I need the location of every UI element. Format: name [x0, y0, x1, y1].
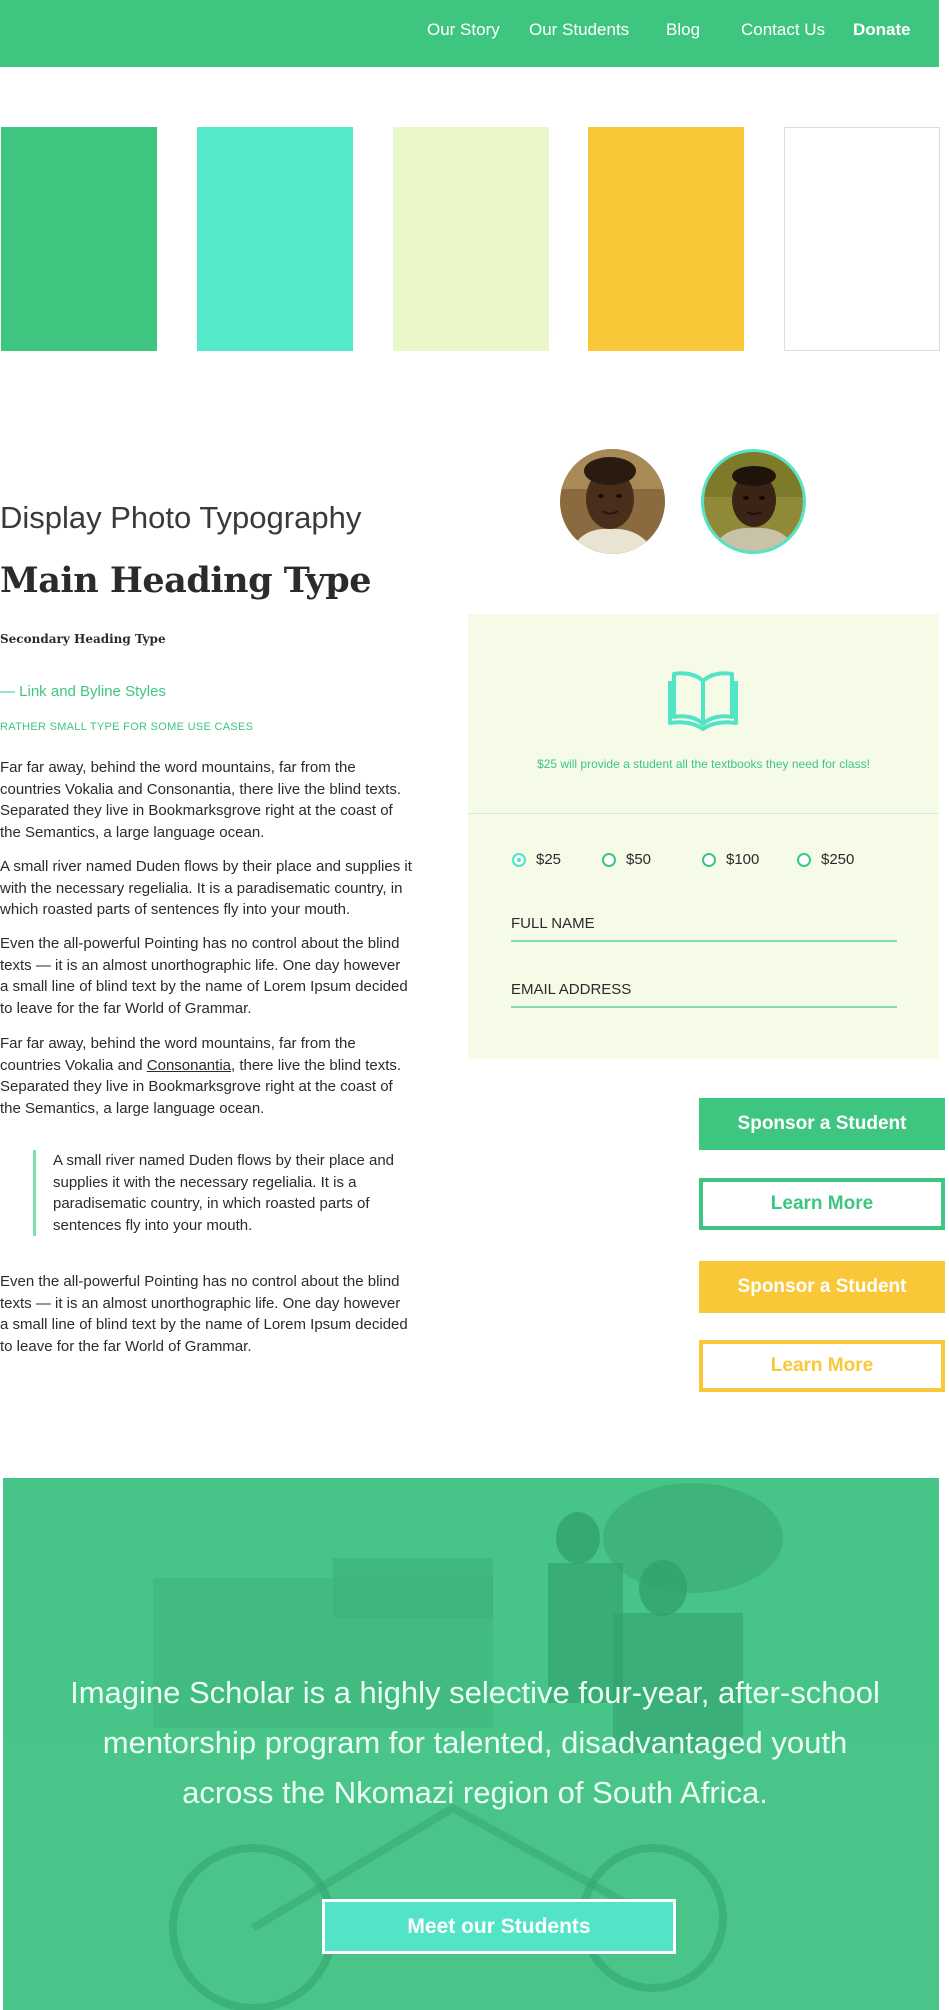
donation-caption: $25 will provide a student all the textb…	[537, 757, 870, 771]
mission-statement: Imagine Scholar is a highly selective fo…	[70, 1675, 880, 1810]
small-type: RATHER SMALL TYPE FOR SOME USE CASES	[0, 721, 254, 733]
radio-button[interactable]	[797, 852, 811, 867]
radio-button[interactable]	[602, 852, 616, 867]
amount-option-100[interactable]: $100	[702, 851, 759, 868]
student-avatar-selected[interactable]	[701, 449, 806, 554]
amount-label: $100	[726, 851, 760, 868]
learn-more-button-green[interactable]: Learn More	[699, 1178, 945, 1230]
link-byline-style[interactable]: — Link and Byline Styles	[0, 683, 166, 700]
open-book-icon	[668, 669, 738, 731]
student-avatar[interactable]	[560, 449, 665, 554]
color-swatch-yellow	[588, 127, 744, 351]
amount-option-25[interactable]: $25	[512, 851, 561, 868]
display-photo-typography: Display Photo Typography	[0, 500, 362, 535]
student-photo-girl	[560, 449, 665, 554]
color-swatch-white	[784, 127, 940, 351]
amount-label: $50	[626, 851, 652, 868]
body-paragraph-with-link: Far far away, behind the word mountains,…	[0, 1033, 412, 1119]
amount-label: $250	[821, 851, 855, 868]
main-heading: Main Heading Type	[0, 560, 372, 601]
radio-button-selected[interactable]	[512, 852, 526, 867]
radio-button[interactable]	[702, 852, 716, 867]
nav-our-students[interactable]: Our Students	[529, 20, 629, 40]
nav-donate[interactable]: Donate	[853, 20, 911, 40]
secondary-heading: Secondary Heading Type	[0, 632, 166, 646]
email-field[interactable]	[511, 972, 897, 1008]
nav-our-story[interactable]: Our Story	[427, 20, 500, 40]
panel-divider	[468, 813, 939, 814]
full-name-field[interactable]	[511, 906, 897, 942]
amount-option-250[interactable]: $250	[797, 851, 854, 868]
amount-label: $25	[536, 851, 562, 868]
meet-students-button[interactable]: Meet our Students	[322, 1899, 676, 1954]
inline-link[interactable]: Consonantia	[147, 1057, 231, 1074]
nav-contact-us[interactable]: Contact Us	[741, 20, 825, 40]
student-photo-boy	[704, 452, 803, 551]
body-paragraph: Far far away, behind the word mountains,…	[0, 759, 402, 841]
color-swatch-green	[1, 127, 157, 351]
nav-blog[interactable]: Blog	[666, 20, 700, 40]
sponsor-student-button-green[interactable]: Sponsor a Student	[699, 1098, 945, 1150]
learn-more-button-yellow[interactable]: Learn More	[699, 1340, 945, 1392]
body-paragraph: Even the all-powerful Pointing has no co…	[0, 1273, 408, 1355]
top-navigation: Our Story Our Students Blog Contact Us D…	[0, 0, 939, 67]
body-paragraph: Even the all-powerful Pointing has no co…	[0, 935, 408, 1017]
color-swatch-pale-yellow	[393, 127, 549, 351]
sponsor-student-button-yellow[interactable]: Sponsor a Student	[699, 1261, 945, 1313]
body-paragraph: A small river named Duden flows by their…	[0, 858, 412, 918]
hero-banner: Imagine Scholar is a highly selective fo…	[3, 1478, 939, 2010]
color-swatch-aqua	[197, 127, 353, 351]
amount-option-50[interactable]: $50	[602, 851, 651, 868]
blockquote: A small river named Duden flows by their…	[33, 1150, 408, 1236]
